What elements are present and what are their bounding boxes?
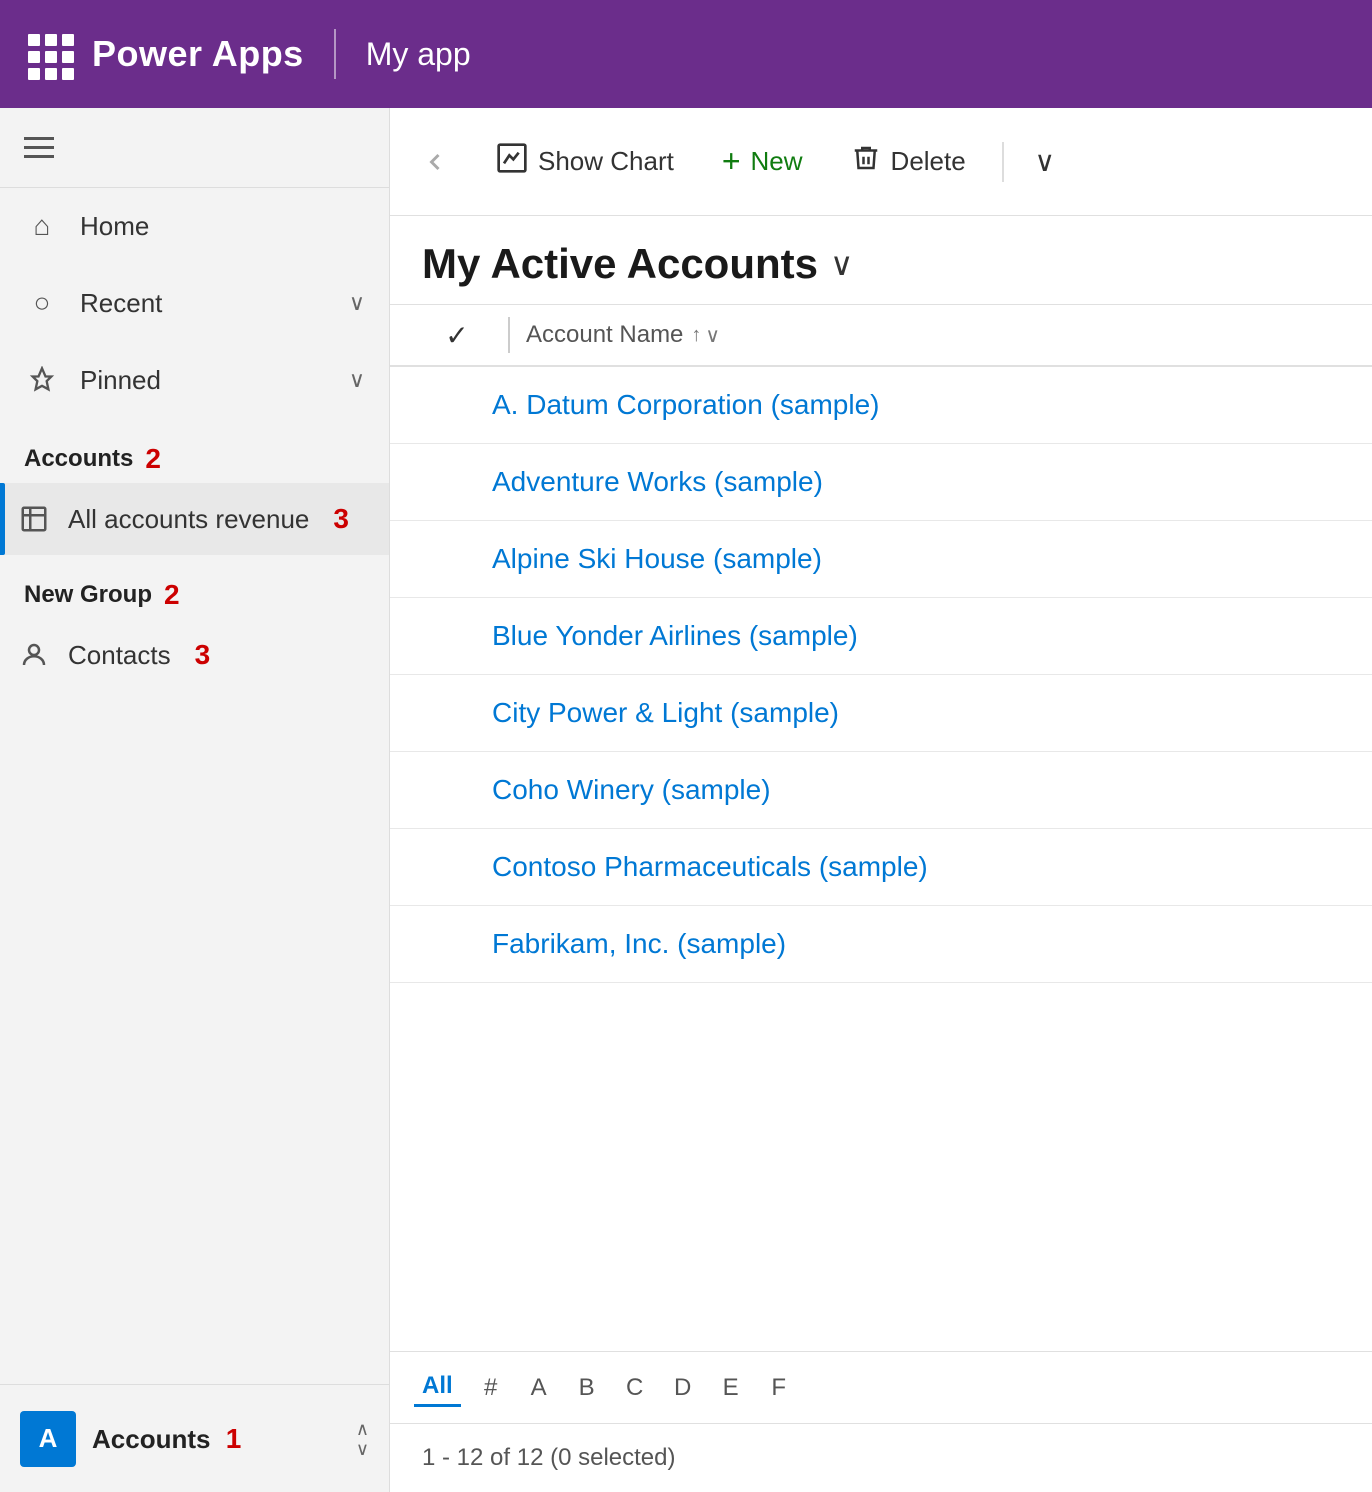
account-name: Coho Winery (sample) — [492, 774, 771, 806]
waffle-icon[interactable] — [24, 30, 72, 78]
sidebar-item-all-accounts-revenue[interactable]: All accounts revenue 3 — [0, 483, 389, 555]
command-divider — [1002, 142, 1004, 182]
status-bar: 1 - 12 of 12 (0 selected) — [390, 1424, 1372, 1492]
alpha-a[interactable]: A — [521, 1370, 557, 1406]
contacts-label: Contacts — [68, 640, 171, 671]
pinned-chevron-icon: ∨ — [349, 367, 365, 393]
alpha-b[interactable]: B — [569, 1370, 605, 1406]
more-commands-button[interactable]: ∨ — [1020, 137, 1070, 187]
account-name: Adventure Works (sample) — [492, 466, 823, 498]
command-bar: Show Chart + New Delete ∨ — [390, 108, 1372, 216]
avatar: A — [20, 1411, 76, 1467]
alpha-c[interactable]: C — [617, 1370, 653, 1406]
all-accounts-revenue-label: All accounts revenue — [68, 504, 309, 535]
delete-button[interactable]: Delete — [831, 131, 986, 193]
chart-icon — [496, 142, 528, 182]
footer-badge: 1 — [226, 1423, 242, 1454]
sidebar-item-contacts[interactable]: Contacts 3 — [0, 619, 389, 691]
account-name: Fabrikam, Inc. (sample) — [492, 928, 786, 960]
alpha-hash[interactable]: # — [473, 1370, 509, 1406]
account-name: City Power & Light (sample) — [492, 697, 839, 729]
table-row[interactable]: Contoso Pharmaceuticals (sample) — [390, 829, 1372, 906]
contacts-icon — [16, 637, 52, 673]
page-title-chevron-icon[interactable]: ∨ — [830, 245, 853, 283]
table-row[interactable]: Adventure Works (sample) — [390, 444, 1372, 521]
hamburger-menu[interactable] — [24, 137, 54, 158]
footer-chevron-icon: ∧ ∨ — [356, 1420, 369, 1458]
content-area: Show Chart + New Delete ∨ — [390, 108, 1372, 1492]
main-layout: ⌂ Home ○ Recent ∨ Pinned ∨ Accounts — [0, 108, 1372, 1492]
alpha-d[interactable]: D — [665, 1370, 701, 1406]
new-group-badge: 2 — [164, 579, 180, 611]
recent-chevron-icon: ∨ — [349, 290, 365, 316]
sidebar-item-recent-label: Recent — [80, 288, 162, 319]
header-divider — [334, 29, 336, 79]
table-row[interactable]: Alpine Ski House (sample) — [390, 521, 1372, 598]
table-row[interactable]: City Power & Light (sample) — [390, 675, 1372, 752]
active-bar — [0, 483, 5, 555]
top-header: Power Apps My app — [0, 0, 1372, 108]
status-text: 1 - 12 of 12 (0 selected) — [422, 1444, 675, 1471]
table-header: ✓ Account Name ↑ ∨ — [390, 304, 1372, 367]
app-name: My app — [366, 36, 471, 73]
table-row[interactable]: A. Datum Corporation (sample) — [390, 367, 1372, 444]
accounts-revenue-icon — [16, 501, 52, 537]
app-title: Power Apps — [92, 33, 304, 75]
sidebar-item-pinned-label: Pinned — [80, 365, 161, 396]
show-chart-button[interactable]: Show Chart — [476, 130, 694, 194]
account-name: A. Datum Corporation (sample) — [492, 389, 879, 421]
delete-label: Delete — [891, 146, 966, 177]
sort-asc-icon: ↑ — [691, 324, 701, 347]
sidebar-toolbar — [0, 108, 389, 188]
sidebar-footer[interactable]: A Accounts 1 ∧ ∨ — [0, 1384, 389, 1492]
sidebar-item-home[interactable]: ⌂ Home — [0, 188, 389, 265]
account-name: Alpine Ski House (sample) — [492, 543, 822, 575]
plus-icon: + — [722, 143, 741, 180]
sidebar-item-pinned[interactable]: Pinned ∨ — [0, 342, 389, 419]
table-row[interactable]: Fabrikam, Inc. (sample) — [390, 906, 1372, 983]
account-name: Contoso Pharmaceuticals (sample) — [492, 851, 928, 883]
footer-label: Accounts 1 — [92, 1423, 340, 1455]
pin-icon — [24, 362, 60, 398]
sort-icons: ↑ ∨ — [691, 323, 720, 348]
alpha-all[interactable]: All — [414, 1368, 461, 1407]
table-row[interactable]: Blue Yonder Airlines (sample) — [390, 598, 1372, 675]
sort-desc-icon: ∨ — [705, 323, 720, 348]
column-divider — [508, 317, 510, 353]
checkmark-icon: ✓ — [445, 319, 468, 352]
delete-icon — [851, 143, 881, 181]
accounts-group-label: Accounts 2 — [0, 419, 389, 483]
select-all-checkbox[interactable]: ✓ — [422, 319, 492, 352]
alpha-navigation: All # A B C D E F — [390, 1351, 1372, 1424]
back-button[interactable] — [410, 137, 460, 187]
sidebar-nav: ⌂ Home ○ Recent ∨ Pinned ∨ Accounts — [0, 188, 389, 1384]
sidebar-item-recent[interactable]: ○ Recent ∨ — [0, 265, 389, 342]
alpha-e[interactable]: E — [713, 1370, 749, 1406]
new-label: New — [751, 146, 803, 177]
alpha-f[interactable]: F — [761, 1370, 797, 1406]
account-name-column-header[interactable]: Account Name ↑ ∨ — [526, 321, 720, 349]
new-group-label: New Group 2 — [0, 555, 389, 619]
page-title-bar: My Active Accounts ∨ — [390, 216, 1372, 304]
accounts-group-badge: 2 — [145, 443, 161, 475]
page-title: My Active Accounts — [422, 240, 818, 288]
account-list: A. Datum Corporation (sample) Adventure … — [390, 367, 1372, 1351]
show-chart-label: Show Chart — [538, 146, 674, 177]
account-name: Blue Yonder Airlines (sample) — [492, 620, 858, 652]
all-accounts-revenue-badge: 3 — [333, 503, 349, 535]
contacts-badge: 3 — [195, 639, 211, 671]
home-icon: ⌂ — [24, 208, 60, 244]
new-button[interactable]: + New — [702, 131, 823, 192]
sidebar-item-home-label: Home — [80, 211, 149, 242]
recent-icon: ○ — [24, 285, 60, 321]
table-row[interactable]: Coho Winery (sample) — [390, 752, 1372, 829]
sidebar: ⌂ Home ○ Recent ∨ Pinned ∨ Accounts — [0, 108, 390, 1492]
